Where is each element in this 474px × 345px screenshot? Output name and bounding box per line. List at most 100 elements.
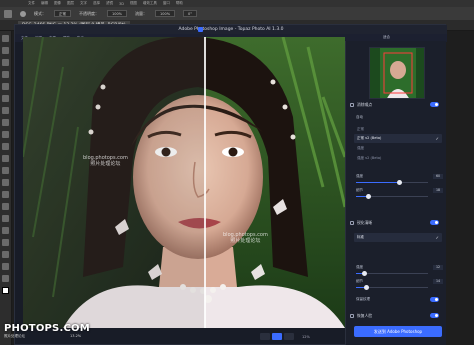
healing-brush-tool-icon[interactable]	[2, 107, 9, 114]
brush-preset-icon[interactable]	[20, 10, 26, 17]
denoise-icon	[350, 103, 354, 107]
model-label: 正常	[357, 127, 364, 131]
denoise-title: 消除噪点	[357, 102, 373, 107]
side-by-side-view-button[interactable]	[284, 333, 294, 340]
denoise-section-header[interactable]: 消除噪点	[350, 101, 443, 109]
eraser-tool-icon[interactable]	[2, 155, 9, 162]
marquee-tool-icon[interactable]	[2, 47, 9, 54]
menu-item-view[interactable]: 视图	[130, 1, 137, 6]
type-tool-icon[interactable]	[2, 215, 9, 222]
denoise-detail-value[interactable]: 18	[433, 188, 443, 193]
topaz-logo-icon	[198, 27, 203, 32]
path-select-tool-icon[interactable]	[2, 227, 9, 234]
sharpen-strength-value[interactable]: 12	[433, 265, 443, 270]
move-tool-icon[interactable]	[2, 35, 9, 42]
preserve-texture-toggle[interactable]	[430, 297, 439, 302]
slider-knob[interactable]	[362, 271, 368, 276]
denoise-model-strong[interactable]: 强度	[354, 144, 442, 153]
sharpen-title: 锐化清晰	[357, 220, 373, 225]
history-brush-tool-icon[interactable]	[2, 143, 9, 150]
mode-select[interactable]: 正常	[54, 10, 71, 17]
denoise-strength-slider[interactable]	[356, 180, 428, 185]
menu-item-select[interactable]: 选择	[93, 1, 100, 6]
hand-tool-icon[interactable]	[2, 251, 9, 258]
slider-knob[interactable]	[363, 285, 369, 290]
menu-item-plugins[interactable]: 增效工具	[143, 1, 157, 6]
preserve-texture-label: 保留纹理	[356, 297, 370, 301]
before-after-split-handle[interactable]	[204, 37, 206, 328]
watermark-right-line-2: 照片处理论坛	[230, 238, 261, 244]
gradient-tool-icon[interactable]	[2, 167, 9, 174]
sharpen-detail-value[interactable]: 14	[433, 279, 443, 284]
brush-tool-icon[interactable]	[2, 119, 9, 126]
sharpen-detail-slider[interactable]	[356, 285, 428, 290]
navigator-thumbnail[interactable]	[369, 47, 425, 99]
face-recovery-section-header[interactable]: 恢复人脸	[350, 312, 443, 320]
menu-item-window[interactable]: 窗口	[163, 1, 170, 6]
sharpen-toggle[interactable]	[430, 220, 439, 225]
menu-item-3d[interactable]: 3D	[119, 2, 124, 6]
model-label: 强度	[357, 146, 364, 150]
photops-watermark: PHOTOPS.COM	[4, 323, 90, 334]
angle-field[interactable]: 0°	[183, 10, 198, 17]
more-tools-icon[interactable]	[2, 275, 9, 282]
denoise-detail-label: 细节	[356, 188, 363, 192]
foreground-color-swatch[interactable]	[2, 287, 9, 294]
check-icon: ✓	[435, 136, 439, 141]
slider-knob[interactable]	[396, 180, 402, 185]
face-recovery-toggle[interactable]	[430, 313, 439, 318]
crop-tool-icon[interactable]	[2, 83, 9, 90]
menu-item-type[interactable]: 文字	[80, 1, 87, 6]
view-mode-bar: 12%	[260, 332, 340, 341]
flow-label: 流量：	[135, 10, 148, 16]
mode-label: 模式：	[34, 10, 46, 16]
blur-tool-icon[interactable]	[2, 179, 9, 186]
watermark-right: blog.photops.com 照片处理论坛	[223, 232, 268, 244]
stamp-tool-icon[interactable]	[2, 131, 9, 138]
ps-options-bar: 模式： 正常 不透明度： 100% 流量： 100% 0°	[0, 7, 474, 20]
denoise-toggle[interactable]	[430, 102, 439, 107]
ps-menubar: 文件 编辑 图像 图层 文字 选择 滤镜 3D 视图 增效工具 窗口 帮助	[0, 0, 474, 7]
slider-knob[interactable]	[366, 194, 372, 199]
check-icon: ✓	[435, 235, 439, 240]
denoise-strength-value[interactable]: 60	[433, 174, 443, 179]
send-to-photoshop-button[interactable]: 发送到 Adobe Photoshop	[354, 326, 442, 337]
model-label: 正常 v2 (Beta)	[357, 136, 382, 140]
shape-tool-icon[interactable]	[2, 239, 9, 246]
flow-field[interactable]: 100%	[155, 10, 176, 17]
settings-panel: 适合 消除噪点 自动 正常 正常 v2 (Beta) ✓ 强度 强度 v2 (B…	[345, 35, 446, 345]
menu-item-edit[interactable]: 编辑	[41, 1, 48, 6]
thumbnail-image	[370, 48, 424, 98]
brush-tool-icon[interactable]	[4, 9, 12, 18]
zoom-level[interactable]: 12%	[302, 335, 310, 339]
lasso-tool-icon[interactable]	[2, 59, 9, 66]
menu-item-layer[interactable]: 图层	[67, 1, 74, 6]
watermark-left-line-2: 照片处理论坛	[90, 161, 121, 167]
denoise-auto-label[interactable]: 自动	[356, 114, 440, 121]
sharpen-strength-label: 强度	[356, 265, 363, 269]
menu-item-filter[interactable]: 滤镜	[106, 1, 113, 6]
sharpen-section-header[interactable]: 锐化清晰	[350, 219, 443, 227]
opacity-field[interactable]: 100%	[107, 10, 128, 17]
denoise-model-normal[interactable]: 正常	[354, 125, 442, 134]
preview-canvas[interactable]: blog.photops.com 照片处理论坛 blog.photops.com…	[23, 37, 345, 328]
denoise-detail-slider[interactable]	[356, 194, 428, 199]
sharpen-model-standard[interactable]: 标准 ✓	[354, 233, 442, 242]
opacity-label: 不透明度：	[79, 10, 99, 16]
menu-item-help[interactable]: 帮助	[176, 1, 183, 6]
eyedropper-tool-icon[interactable]	[2, 95, 9, 102]
model-label: 强度 v2 (Beta)	[357, 156, 382, 160]
quick-select-tool-icon[interactable]	[2, 71, 9, 78]
dodge-tool-icon[interactable]	[2, 191, 9, 198]
menu-item-image[interactable]: 图像	[54, 1, 61, 6]
split-view-button[interactable]	[272, 333, 282, 340]
pen-tool-icon[interactable]	[2, 203, 9, 210]
single-view-button[interactable]	[260, 333, 270, 340]
menu-item-file[interactable]: 文件	[28, 1, 35, 6]
fit-label[interactable]: 适合	[383, 35, 390, 40]
zoom-tool-icon[interactable]	[2, 263, 9, 270]
photops-subtitle: 照片处理论坛	[4, 334, 25, 338]
sharpen-strength-slider[interactable]	[356, 271, 428, 276]
denoise-model-strong-v2[interactable]: 强度 v2 (Beta)	[354, 154, 442, 163]
denoise-model-normal-v2[interactable]: 正常 v2 (Beta) ✓	[354, 134, 442, 143]
